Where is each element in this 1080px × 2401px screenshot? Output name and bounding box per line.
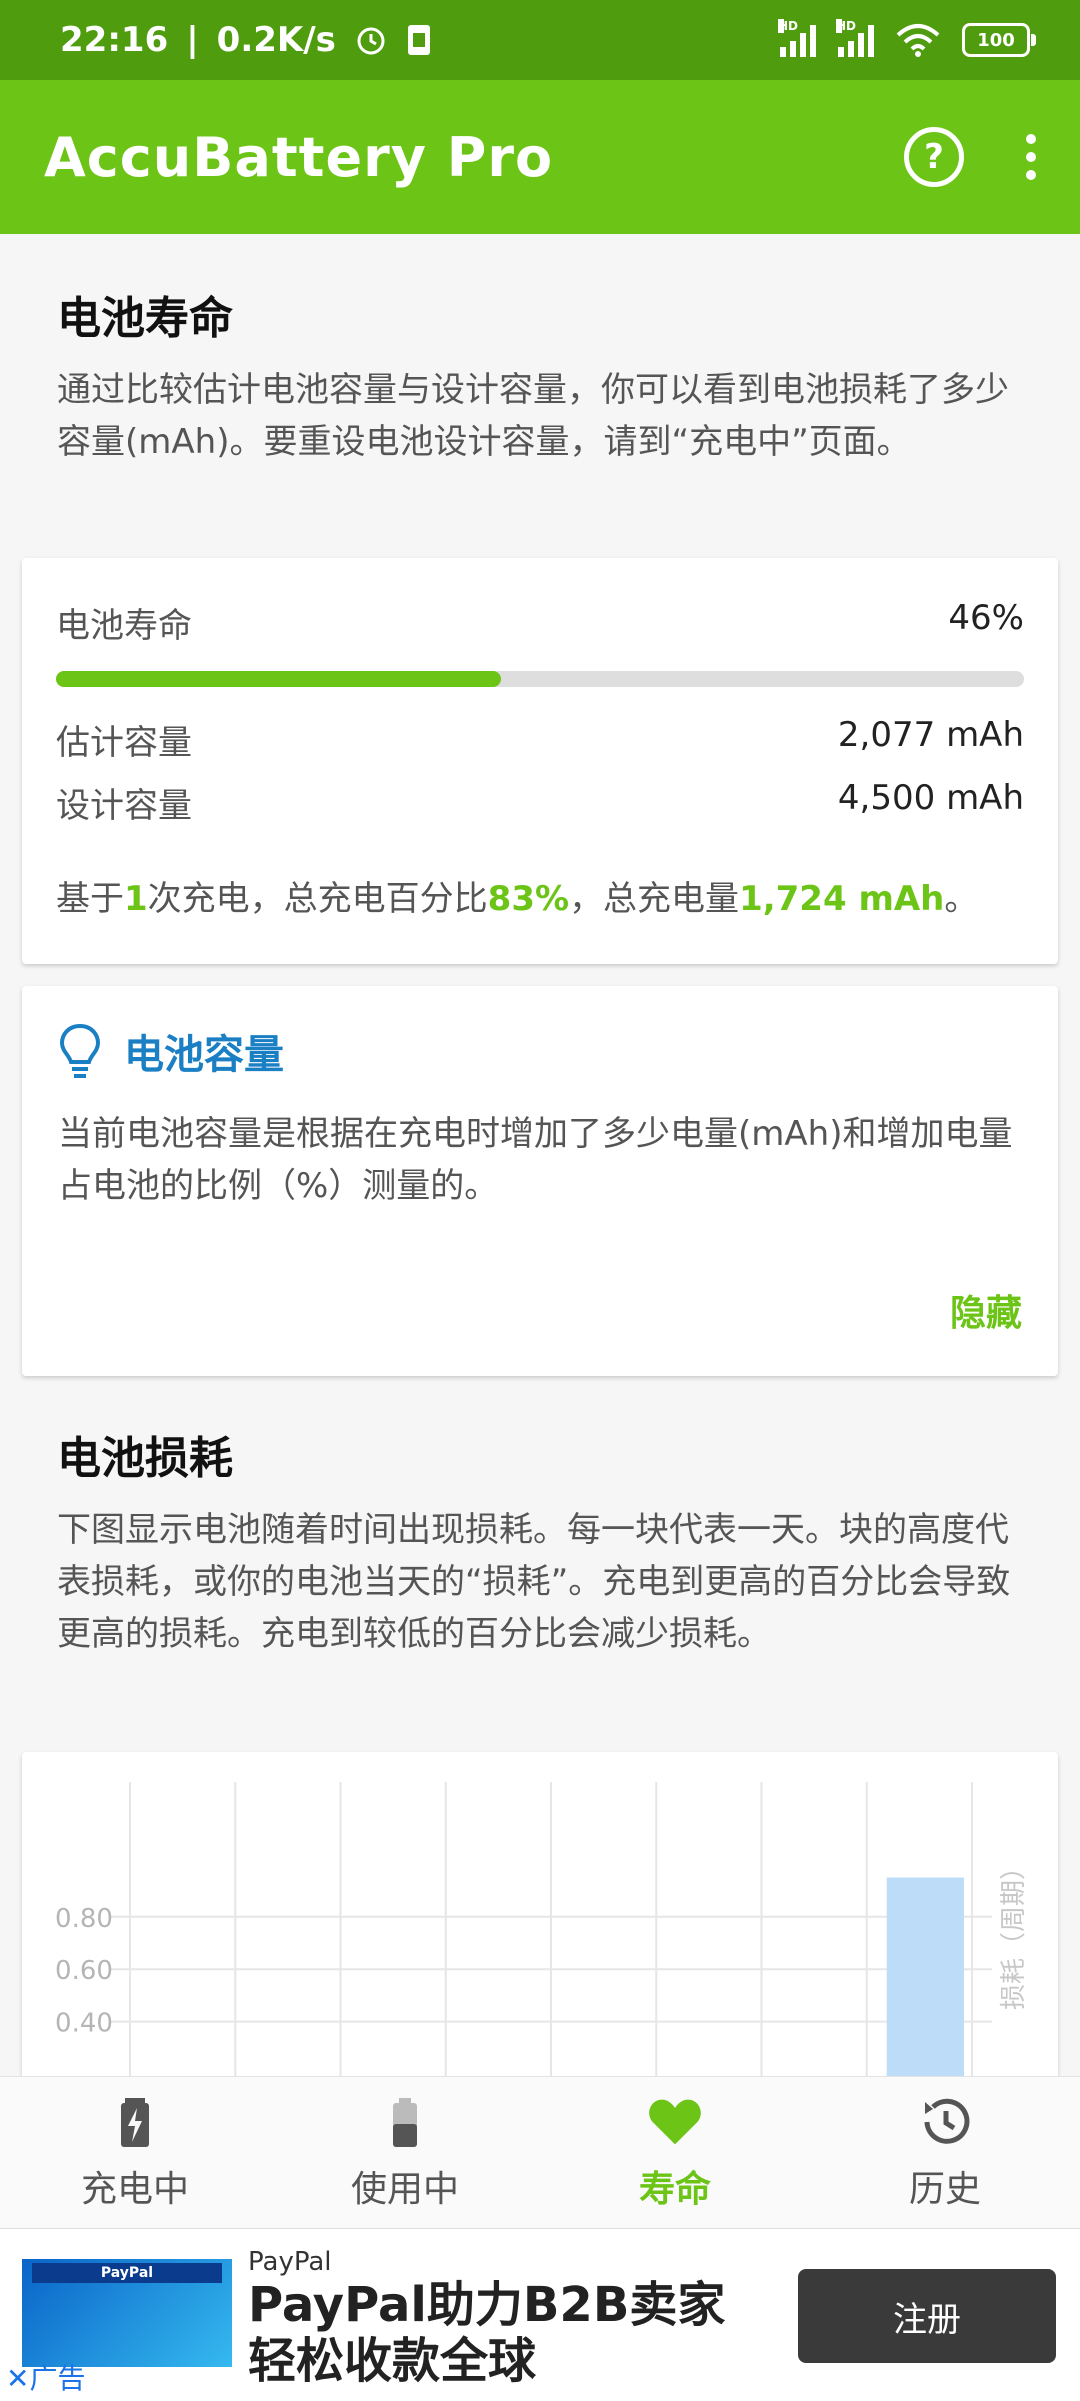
close-icon: ✕ — [6, 2362, 30, 2395]
nav-item-charging[interactable]: 充电中 — [0, 2077, 270, 2229]
estimated-capacity-value: 2,077 mAh — [837, 715, 1024, 755]
wear-bar[interactable] — [886, 1877, 964, 2093]
y-tick-label: 0.60 — [55, 1956, 113, 1986]
ad-close-button[interactable]: ✕广告 — [6, 2357, 85, 2397]
network-type-2: HD — [836, 19, 857, 33]
ad-image[interactable]: PayPal — [22, 2259, 232, 2367]
nav-label-health: 寿命 — [638, 2169, 711, 2210]
nav-item-discharging[interactable]: 使用中 — [270, 2077, 540, 2229]
health-label: 电池寿命 — [56, 606, 192, 646]
nav-item-history[interactable]: 历史 — [810, 2077, 1080, 2229]
alarm-icon — [357, 27, 385, 55]
tip-body: 当前电池容量是根据在充电时增加了多少电量(mAh)和增加电量占电池的比例（%）测… — [58, 1114, 1013, 1206]
battery-icon — [393, 2098, 417, 2147]
app-bar: AccuBattery Pro ? — [0, 80, 1080, 234]
wear-chart-card: 0.40 0.60 0.80 损耗（周期） — [22, 1752, 1058, 2092]
wear-section-title: 电池损耗 — [57, 1433, 233, 1484]
nav-label-charging: 充电中 — [80, 2169, 189, 2210]
health-section-description: 通过比较估计电池容量与设计容量，你可以看到电池损耗了多少容量(mAh)。要重设电… — [57, 370, 1009, 462]
summary-prefix: 基于 — [56, 879, 124, 919]
network-speed: 0.2K/s — [216, 20, 336, 60]
nav-item-health[interactable]: 寿命 — [540, 2077, 810, 2229]
network-type-1: HD — [778, 19, 799, 33]
summary-count: 1 — [124, 879, 148, 919]
ad-label: 广告 — [29, 2362, 86, 2395]
health-section-title: 电池寿命 — [57, 293, 233, 344]
bottom-navigation: 充电中 使用中 寿命 历史 — [0, 2076, 1080, 2229]
lightbulb-icon — [59, 1023, 101, 1078]
ad-headline[interactable]: PayPal助力B2B卖家轻松收款全球 — [248, 2277, 748, 2389]
help-icon[interactable]: ? — [904, 127, 964, 187]
summary-mid1: 次充电，总充电百分比 — [147, 879, 488, 919]
signal-icon-2: HD — [836, 19, 874, 57]
y-tick-label: 0.80 — [55, 1904, 113, 1934]
wear-section-header: 电池损耗 下图显示电池随着时间出现损耗。每一块代表一天。块的高度代表损耗，或你的… — [57, 1422, 1027, 1660]
health-section-header: 电池寿命 通过比较估计电池容量与设计容量，你可以看到电池损耗了多少容量(mAh)… — [57, 282, 1027, 468]
nav-label-discharging: 使用中 — [350, 2169, 459, 2210]
nav-label-history: 历史 — [908, 2169, 981, 2210]
summary-mid2: ，总充电量 — [569, 879, 740, 919]
signal-icon: HD — [778, 19, 816, 57]
health-card: 电池寿命 46% 估计容量 2,077 mAh 设计容量 4,500 mAh 基… — [22, 558, 1058, 964]
ad-brand: PayPal — [248, 2247, 332, 2277]
battery-level: 100 — [977, 29, 1015, 51]
health-progress-bar — [56, 671, 1024, 687]
status-bar: 22:16 | 0.2K/s HD HD 100 — [0, 0, 1080, 80]
estimated-capacity-label: 估计容量 — [56, 723, 192, 763]
ad-image-logo: PayPal — [32, 2263, 222, 2283]
history-icon — [924, 2098, 970, 2144]
wear-section-description: 下图显示电池随着时间出现损耗。每一块代表一天。块的高度代表损耗，或你的电池当天的… — [57, 1510, 1011, 1654]
wifi-icon — [896, 24, 940, 57]
summary-mah: 1,724 mAh — [739, 879, 945, 919]
status-separator: | — [186, 20, 199, 60]
tip-card: 电池容量 当前电池容量是根据在充电时增加了多少电量(mAh)和增加电量占电池的比… — [22, 986, 1058, 1376]
battery-charging-icon — [121, 2098, 149, 2147]
heart-icon — [649, 2099, 701, 2145]
sim-icon — [407, 25, 430, 55]
ad-banner[interactable]: PayPal PayPal PayPal助力B2B卖家轻松收款全球 注册 ✕广告 — [0, 2228, 1080, 2401]
y-axis-label: 损耗（周期） — [999, 1854, 1029, 2010]
summary-end: 。 — [944, 879, 979, 919]
tip-title: 电池容量 — [124, 1032, 284, 1078]
wear-chart: 0.40 0.60 0.80 损耗（周期） — [55, 1782, 1029, 2093]
ad-register-button[interactable]: 注册 — [798, 2269, 1056, 2363]
health-percent: 46% — [948, 598, 1024, 638]
summary-percent: 83% — [487, 879, 570, 919]
design-capacity-value: 4,500 mAh — [837, 778, 1024, 818]
battery-status-icon: 100 — [962, 23, 1036, 57]
more-vert-icon[interactable] — [1026, 134, 1036, 180]
y-tick-label: 0.40 — [55, 2009, 113, 2039]
app-title: AccuBattery Pro — [44, 125, 554, 189]
health-progress-fill — [56, 671, 502, 687]
charge-summary: 基于1次充电，总充电百分比83%，总充电量1,724 mAh。 — [56, 871, 1024, 920]
hide-tip-button[interactable]: 隐藏 — [950, 1284, 1022, 1336]
design-capacity-label: 设计容量 — [56, 786, 192, 826]
status-time: 22:16 — [60, 20, 169, 60]
